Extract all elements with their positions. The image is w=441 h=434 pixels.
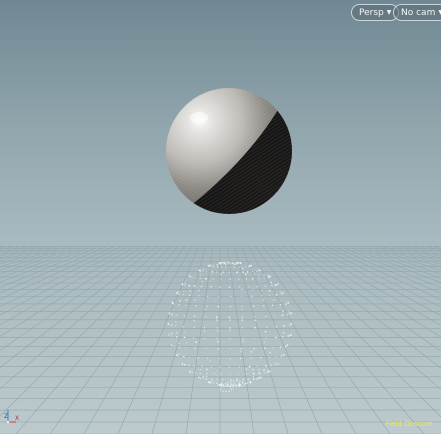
camera-menu-button[interactable]: No cam ▼ (393, 4, 441, 21)
scene-viewport[interactable]: Z X Persp ▼ No cam ▼ Field Obscure (0, 0, 441, 434)
axis-z-label: Z (4, 413, 8, 420)
axis-x-label: X (15, 415, 19, 422)
viewport-canvas[interactable]: Z X (0, 0, 441, 434)
projection-menu-label: Persp (359, 8, 384, 18)
chevron-down-icon: ▼ (386, 9, 392, 16)
camera-menu-label: No cam (401, 8, 436, 18)
viewport-status-hint: Field Obscure (385, 420, 433, 428)
